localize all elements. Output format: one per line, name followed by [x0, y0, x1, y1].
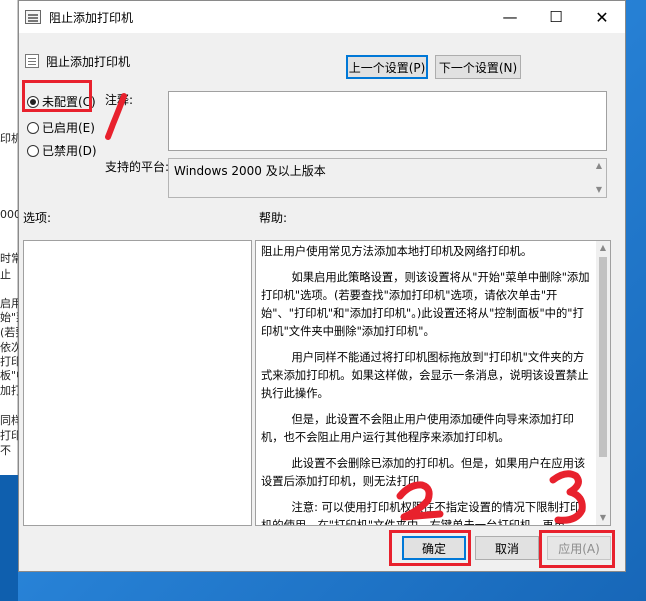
help-paragraph: 用户同样不能通过将打印机图标拖放到"打印机"文件夹的方式来添加打印机。如果这样做…	[261, 351, 589, 400]
help-paragraph: 但是，此设置不会阻止用户使用添加硬件向导来添加打印机，也不会阻止用户运行其他程序…	[261, 413, 574, 444]
radio-unselected-icon	[27, 121, 39, 134]
bg-text: 时常见	[0, 252, 18, 265]
previous-setting-button[interactable]: 上一个设置(P)	[346, 55, 428, 79]
maximize-button[interactable]: ☐	[533, 1, 579, 33]
scroll-up-icon[interactable]: ▲	[592, 159, 606, 173]
help-scrollbar[interactable]: ▲ ▼	[596, 241, 610, 525]
platform-scrollbar[interactable]: ▲ ▼	[592, 159, 606, 197]
help-paragraph: 此设置不会删除已添加的打印机。但是，如果用户在应用该设置后添加打印机，则无法打印…	[261, 457, 586, 488]
policy-dialog: 阻止添加打印机 — ☐ ✕ 阻止添加打印机 上一个设置(P) 下一个设置(N) …	[18, 0, 626, 572]
bg-text: 打印	[0, 429, 18, 442]
scroll-down-icon[interactable]: ▼	[596, 511, 610, 525]
close-button[interactable]: ✕	[579, 1, 625, 33]
scroll-down-icon[interactable]: ▼	[592, 183, 606, 197]
radio-label: 已启用(E)	[42, 121, 95, 135]
bg-text: 不	[0, 444, 11, 457]
help-paragraph: 如果启用此策略设置，则该设置将从"开始"菜单中删除"添加打印机"选项。(若要查找…	[261, 271, 590, 338]
window-title: 阻止添加打印机	[49, 11, 134, 25]
options-label: 选项:	[23, 211, 52, 225]
bg-text: 板"中	[0, 369, 18, 382]
help-label: 帮助:	[259, 211, 288, 225]
bg-text: 同样	[0, 414, 18, 427]
policy-name: 阻止添加打印机	[46, 55, 131, 69]
policy-window-icon	[25, 10, 41, 24]
ok-button[interactable]: 确定	[402, 536, 466, 560]
radio-label: 已禁用(D)	[42, 144, 97, 158]
supported-platform-label: 支持的平台:	[105, 160, 170, 174]
radio-not-configured[interactable]: 未配置(C)	[27, 93, 96, 110]
desktop-background	[0, 475, 18, 601]
bg-text: (若要	[0, 326, 18, 339]
radio-selected-icon	[27, 95, 39, 108]
help-text: 阻止用户使用常见方法添加本地打印机及网络打印机。 如果启用此策略设置，则该设置将…	[261, 243, 591, 526]
bg-text: 始"菜	[0, 311, 18, 324]
cancel-button[interactable]: 取消	[475, 536, 539, 560]
next-setting-button[interactable]: 下一个设置(N)	[435, 55, 521, 79]
minimize-button[interactable]: —	[487, 1, 533, 33]
help-paragraph: 阻止用户使用常见方法添加本地打印机及网络打印机。	[261, 245, 533, 258]
help-pane[interactable]: 阻止用户使用常见方法添加本地打印机及网络打印机。 如果启用此策略设置，则该设置将…	[255, 240, 611, 526]
options-pane	[23, 240, 252, 526]
supported-platform-field: Windows 2000 及以上版本 ▲ ▼	[168, 158, 607, 198]
bg-text: 加打印	[0, 384, 18, 397]
bg-text: 000	[0, 208, 18, 221]
comment-label: 注释:	[105, 93, 134, 107]
comment-textarea[interactable]	[168, 91, 607, 151]
radio-unselected-icon	[27, 144, 39, 157]
bg-text: 止	[0, 268, 11, 281]
bg-text: 印机	[0, 132, 18, 145]
title-bar[interactable]: 阻止添加打印机 — ☐ ✕	[19, 1, 625, 33]
radio-label: 未配置(C)	[42, 95, 96, 109]
supported-platform-value: Windows 2000 及以上版本	[174, 164, 326, 178]
policy-setting-icon	[25, 54, 39, 68]
help-paragraph: 注意: 可以使用打印机权限在不指定设置的情况下限制打印机的使用。在"打印机"文件…	[261, 501, 582, 526]
background-window: 印机 000 时常见 止 启用 始"菜 (若要 依次 打印 板"中 加打印 同样…	[0, 0, 18, 475]
radio-disabled[interactable]: 已禁用(D)	[27, 142, 97, 159]
radio-enabled[interactable]: 已启用(E)	[27, 119, 95, 136]
scroll-up-icon[interactable]: ▲	[596, 241, 610, 255]
scrollbar-thumb[interactable]	[599, 257, 607, 457]
apply-button[interactable]: 应用(A)	[547, 536, 611, 560]
